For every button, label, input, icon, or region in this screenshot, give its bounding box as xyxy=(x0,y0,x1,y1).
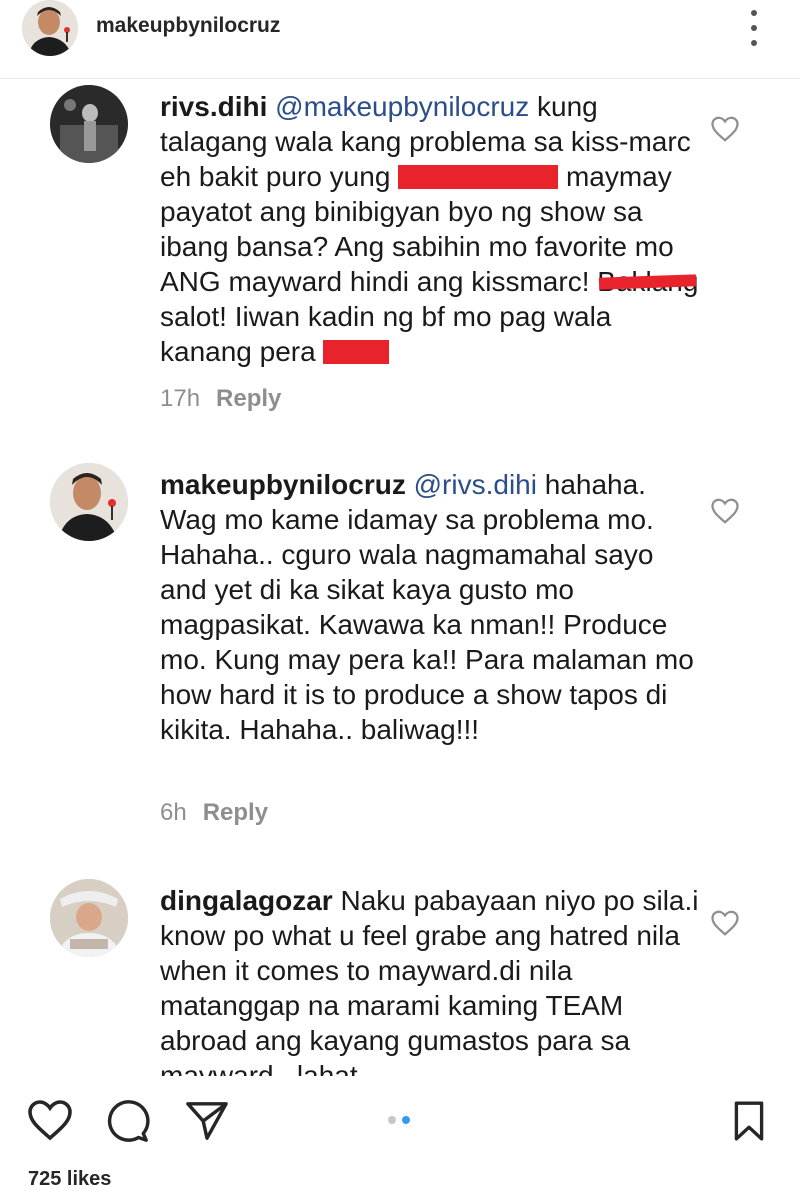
share-icon[interactable] xyxy=(184,1100,230,1142)
comment-mention[interactable]: @rivs.dihi xyxy=(414,469,537,500)
heart-icon[interactable] xyxy=(710,497,740,525)
carousel-dot[interactable] xyxy=(388,1116,396,1124)
redaction-bar xyxy=(323,340,390,364)
carousel-dot-active[interactable] xyxy=(402,1116,410,1124)
carousel-indicator xyxy=(388,1116,410,1124)
comment-mention[interactable]: @makeupbynilocruz xyxy=(275,91,529,122)
likes-count[interactable]: 725 likes xyxy=(28,1168,111,1191)
comment-text: makeupbynilocruz @rivs.dihi hahaha. Wag … xyxy=(160,467,700,747)
comment-time: 6h xyxy=(160,799,187,826)
heart-icon[interactable] xyxy=(710,115,740,143)
comment-icon[interactable] xyxy=(104,1098,150,1144)
commenter-avatar[interactable] xyxy=(50,463,128,541)
avatar-photo-icon xyxy=(50,879,128,957)
comment-meta: 17h Reply xyxy=(160,385,281,413)
avatar-photo-icon xyxy=(50,85,128,163)
avatar[interactable] xyxy=(22,0,78,56)
comment-meta: 6h Reply xyxy=(160,799,268,827)
comment-username[interactable]: makeupbynilocruz xyxy=(160,469,406,500)
avatar-photo-icon xyxy=(50,463,128,541)
comment-username[interactable]: dingalagozar xyxy=(160,885,333,916)
reply-button[interactable]: Reply xyxy=(216,385,281,412)
redaction-bar xyxy=(398,165,559,189)
avatar-photo-icon xyxy=(22,0,78,56)
reply-button[interactable]: Reply xyxy=(203,799,268,826)
post-action-bar: 725 likes xyxy=(0,1076,800,1196)
heart-icon[interactable] xyxy=(710,909,740,937)
post-username[interactable]: makeupbynilocruz xyxy=(96,14,280,38)
kebab-menu-icon[interactable] xyxy=(746,6,762,50)
bookmark-icon[interactable] xyxy=(732,1100,766,1142)
comment-time: 17h xyxy=(160,385,201,412)
redacted-word: Baklang xyxy=(597,266,699,297)
comment-body: hahaha. Wag mo kame idamay sa problema m… xyxy=(160,469,694,745)
comment-text: rivs.dihi @makeupbynilocruz kung talagan… xyxy=(160,89,700,369)
comments-screenshot: rivs.dihi @makeupbynilocruz kung talagan… xyxy=(0,78,800,1076)
heart-icon[interactable] xyxy=(26,1098,74,1142)
post-header: makeupbynilocruz xyxy=(0,0,800,78)
commenter-avatar[interactable] xyxy=(50,879,128,957)
comment-username[interactable]: rivs.dihi xyxy=(160,91,267,122)
commenter-avatar[interactable] xyxy=(50,85,128,163)
comment-text: dingalagozar Naku pabayaan niyo po sila.… xyxy=(160,883,700,1076)
